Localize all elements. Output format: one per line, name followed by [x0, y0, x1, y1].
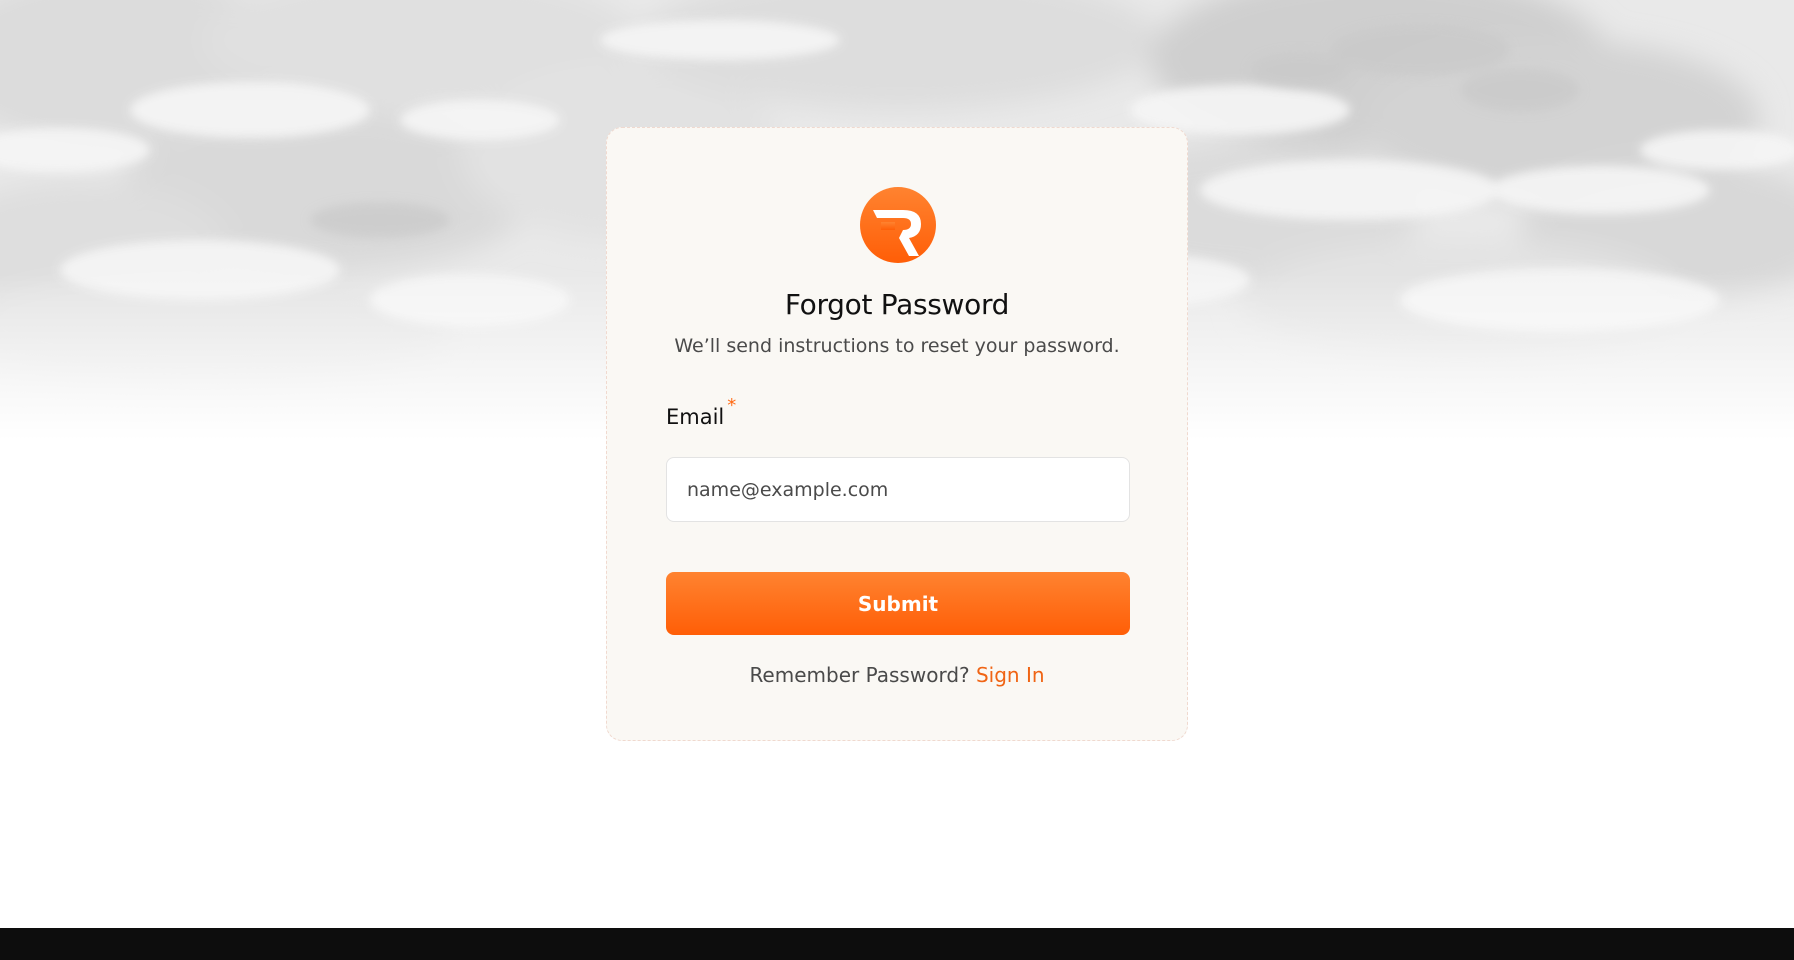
email-label-text: Email	[666, 405, 725, 429]
page-subtitle: We’ll send instructions to reset your pa…	[674, 335, 1120, 357]
brand-r-logo-icon	[859, 186, 937, 264]
remember-password-prompt: Remember Password? Sign In	[607, 663, 1187, 687]
sign-in-link[interactable]: Sign In	[976, 663, 1045, 687]
required-marker: *	[727, 395, 737, 416]
submit-button[interactable]: Submit	[666, 572, 1130, 635]
email-input[interactable]	[666, 457, 1130, 522]
forgot-password-card: Forgot Password We’ll send instructions …	[606, 127, 1188, 741]
remember-password-text: Remember Password?	[749, 663, 970, 687]
page-title: Forgot Password	[784, 288, 1010, 321]
email-label: Email *	[666, 395, 736, 429]
footer-bar	[0, 928, 1794, 960]
